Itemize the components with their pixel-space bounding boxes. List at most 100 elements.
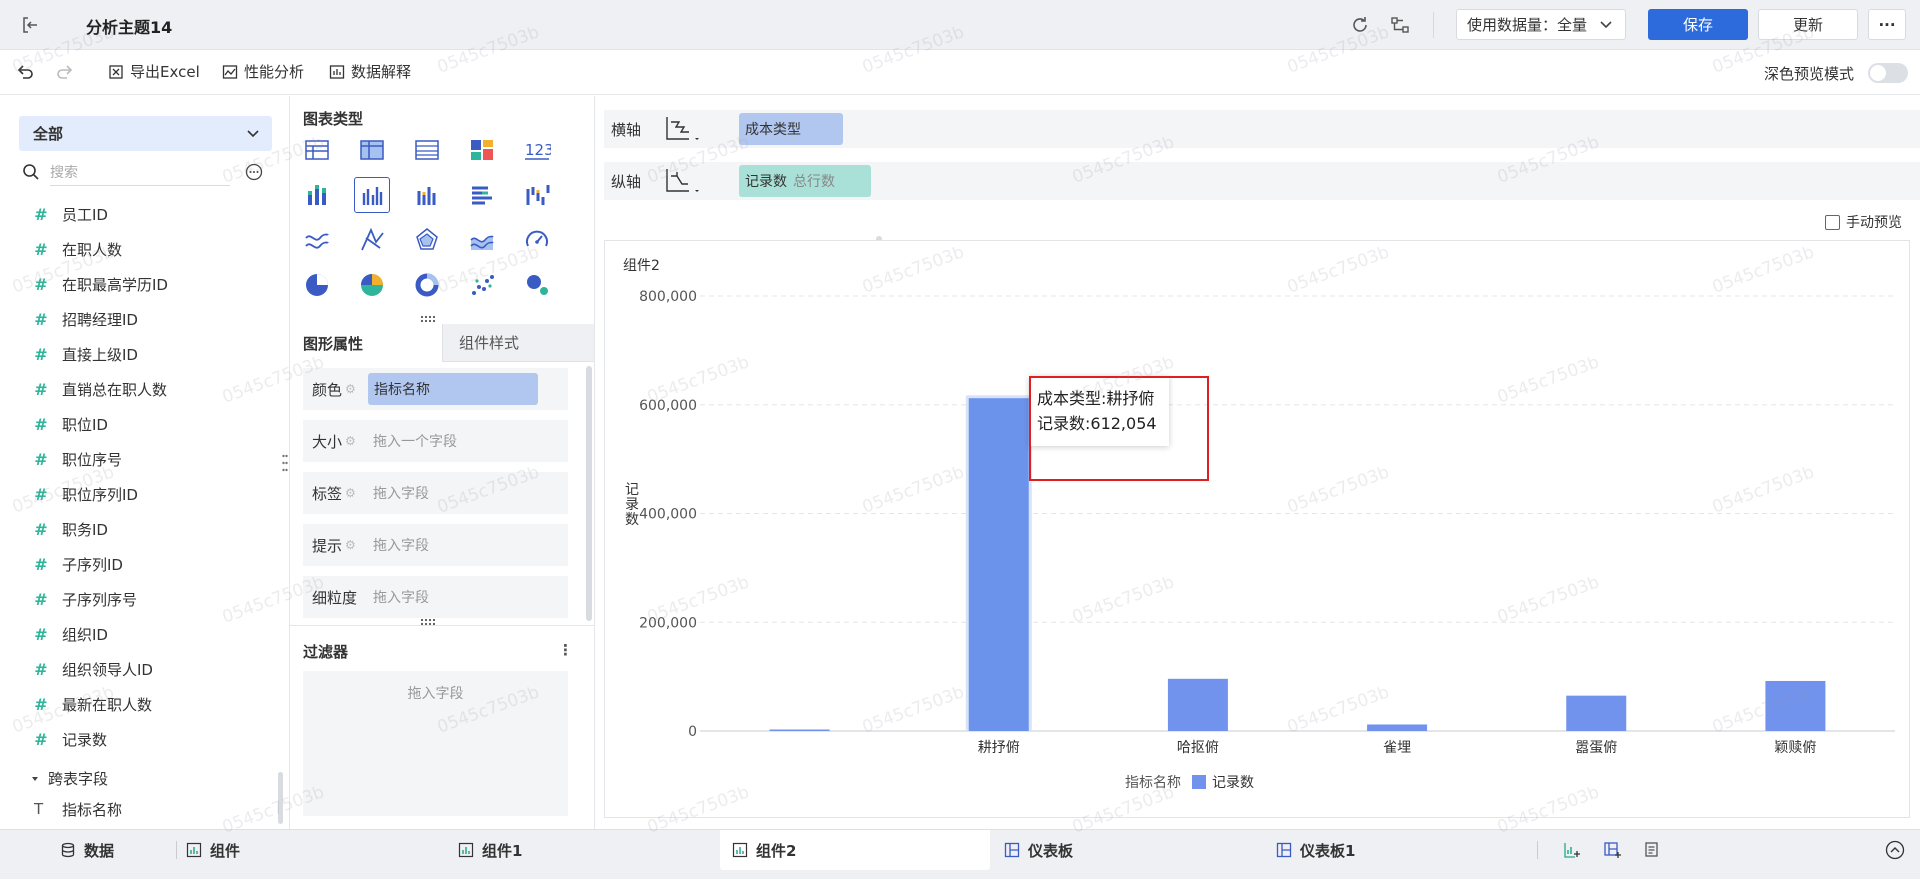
add-component-icon[interactable] [1563, 841, 1581, 859]
redo-icon[interactable] [56, 63, 74, 81]
dark-mode-label: 深色预览模式 [1764, 65, 1855, 83]
tab-dashboard[interactable]: 仪表板 [1004, 830, 1073, 870]
number-type-icon: # [34, 414, 48, 434]
line-icon[interactable] [299, 222, 335, 258]
tip-drop-zone[interactable]: 拖入字段 [358, 535, 429, 555]
tag-drop-zone[interactable]: 拖入字段 [358, 483, 429, 503]
field-label: 在职人数 [62, 240, 123, 259]
filter-drop-zone[interactable]: 拖入字段 [303, 671, 568, 816]
horizontal-bar-icon[interactable] [464, 177, 500, 213]
tab-component-style[interactable]: 组件样式 [442, 324, 594, 362]
gear-icon[interactable]: ⚙ [345, 538, 356, 552]
collapse-up-icon[interactable] [1885, 840, 1905, 860]
scrollbar[interactable] [586, 366, 592, 621]
gear-icon[interactable]: ⚙ [345, 486, 356, 500]
waterfall-icon[interactable] [519, 177, 555, 213]
field-item[interactable]: # 直销总在职人数 [34, 377, 167, 401]
field-item[interactable]: # 职务ID [34, 517, 108, 541]
lineage-icon[interactable] [1389, 14, 1411, 36]
scope-select[interactable]: 全部 [19, 116, 272, 151]
undo-icon[interactable] [16, 63, 34, 81]
manual-preview[interactable]: 手动预览 [1825, 212, 1902, 232]
multi-pie-icon[interactable] [354, 267, 390, 303]
gear-icon[interactable]: ⚙ [345, 434, 356, 448]
x-axis-type-icon[interactable] [663, 114, 721, 144]
field-item[interactable]: # 子序列序号 [34, 587, 137, 611]
cross-table-section[interactable]: 跨表字段 [30, 768, 108, 789]
treemap-icon[interactable] [464, 132, 500, 168]
resize-handle-icon[interactable] [282, 453, 288, 473]
dark-mode-toggle[interactable] [1868, 63, 1908, 83]
perf-analysis-button[interactable]: 性能分析 [222, 61, 304, 82]
gear-icon[interactable]: ⚙ [345, 382, 356, 396]
crosstab-icon[interactable] [354, 132, 390, 168]
size-drop-zone[interactable]: 拖入一个字段 [358, 431, 457, 451]
field-item[interactable]: # 组织ID [34, 622, 108, 646]
color-field-pill[interactable]: 指标名称 [368, 373, 538, 405]
field-item[interactable]: # 记录数 [34, 727, 107, 751]
calculated-number-icon: # [34, 729, 48, 749]
chart-type-panel: 图表类型 123 图形属性 组件样式 颜色 ⚙ 指标名称 大小 ⚙ 拖入一个字段 标… [290, 96, 882, 829]
y-axis-label: 纵轴 [611, 172, 642, 191]
x-axis-field-pill[interactable]: 成本类型 [739, 113, 843, 145]
pie-icon[interactable] [299, 267, 335, 303]
field-item[interactable]: # 直接上级ID [34, 342, 138, 366]
field-item[interactable]: # 员工ID [34, 202, 108, 226]
field-item[interactable]: # 职位ID [34, 412, 108, 436]
perf-label: 性能分析 [244, 63, 305, 81]
tab-component-2-label: 组件2 [756, 841, 797, 860]
tab-component[interactable]: 组件 [186, 830, 240, 870]
drag-handle-icon[interactable] [420, 315, 436, 323]
scatter-icon[interactable] [464, 267, 500, 303]
tab-component-1[interactable]: 组件1 [458, 830, 522, 870]
refresh-icon[interactable] [1349, 14, 1371, 36]
export-excel-button[interactable]: 导出Excel [108, 61, 200, 82]
donut-icon[interactable] [409, 267, 445, 303]
field-item[interactable]: # 职位序号 [34, 447, 122, 471]
gauge-icon[interactable] [519, 222, 555, 258]
field-item[interactable]: # 组织领导人ID [34, 657, 153, 681]
tab-dashboard-1[interactable]: 仪表板1 [1276, 830, 1355, 870]
detail-table-icon[interactable] [409, 132, 445, 168]
field-item[interactable]: # 子序列ID [34, 552, 123, 576]
radar-icon[interactable] [409, 222, 445, 258]
field-item[interactable]: # 在职最高学历ID [34, 272, 168, 296]
field-item[interactable]: T 指标名称 [34, 797, 122, 821]
bubble-icon[interactable] [519, 267, 555, 303]
grouped-bar-icon[interactable] [354, 177, 390, 213]
tab-component-2[interactable]: 组件2 [720, 830, 990, 870]
granularity-drop-zone[interactable]: 拖入字段 [373, 587, 429, 607]
add-report-icon[interactable] [1643, 841, 1661, 859]
radial-line-icon[interactable] [354, 222, 390, 258]
manual-preview-checkbox[interactable] [1825, 214, 1840, 230]
table-icon[interactable] [299, 132, 335, 168]
tab-graphic-props[interactable]: 图形属性 [290, 324, 442, 362]
field-item[interactable]: # 招聘经理ID [34, 307, 138, 331]
y-axis-settings-icon[interactable] [1909, 162, 1920, 200]
field-item[interactable]: # 在职人数 [34, 237, 122, 261]
scrollbar[interactable] [278, 772, 283, 824]
filter-more-icon[interactable]: ⋮ [558, 641, 573, 659]
y-axis-type-icon[interactable] [663, 166, 721, 196]
tab-data[interactable]: 数据 [60, 830, 114, 870]
more-button[interactable]: ··· [1868, 9, 1906, 40]
bar-icon[interactable] [409, 177, 445, 213]
more-options-icon[interactable] [245, 163, 263, 181]
save-button[interactable]: 保存 [1648, 9, 1748, 40]
exit-icon[interactable] [20, 15, 40, 35]
field-item[interactable]: # 最新在职人数 [34, 692, 152, 716]
field-item[interactable]: # 职位序列ID [34, 482, 138, 506]
chevron-down-icon [246, 127, 260, 141]
update-button[interactable]: 更新 [1758, 9, 1858, 40]
area-icon[interactable] [464, 222, 500, 258]
add-dashboard-icon[interactable] [1603, 841, 1621, 859]
kpi-number-icon[interactable]: 123 [519, 132, 555, 168]
chart-container: 组件2 800,000 600,000 400,000 200,000 0 记录数耕抒俯哈… [604, 240, 1910, 818]
tip-label: 提示 [312, 536, 343, 555]
stacked-bar-icon[interactable] [299, 177, 335, 213]
data-amount-select[interactable]: 使用数据量：全量 [1456, 9, 1626, 40]
data-explain-button[interactable]: 数据解释 [329, 61, 411, 82]
x-axis-settings-icon[interactable] [1909, 110, 1920, 148]
search-input[interactable]: 搜索 [50, 162, 230, 186]
y-axis-field-pill[interactable]: 记录数 总行数 [739, 165, 871, 197]
